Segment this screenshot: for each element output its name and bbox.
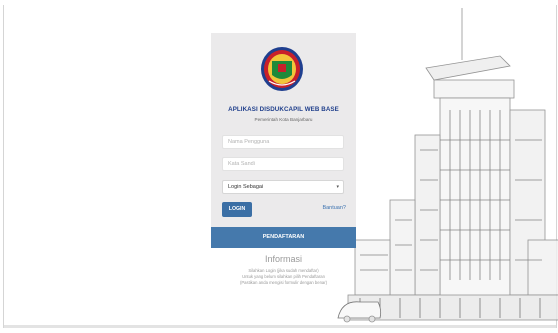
app-subtitle: Pemerintah Kota Banjarbaru (254, 117, 313, 122)
info-title: Informasi (264, 254, 302, 264)
help-link[interactable]: Bantuan? (322, 205, 346, 211)
login-panel: APLIKASI DISDUKCAPIL WEB BASE Pemerintah… (211, 33, 356, 248)
chevron-down-icon: ▾ (336, 184, 339, 190)
register-button[interactable]: PENDAFTARAN (211, 227, 356, 248)
app-title: APLIKASI DISDUKCAPIL WEB BASE (228, 106, 339, 113)
login-button[interactable]: LOGIN (222, 202, 252, 217)
info-line: Untuk yang belum silahkan pilih Pendafta… (242, 274, 325, 279)
password-input[interactable] (222, 157, 344, 171)
login-role-value: Login Sebagai (228, 184, 264, 190)
city-emblem-logo (261, 47, 303, 91)
info-line: (Pastikan anda mengisi formulir dengan b… (239, 280, 328, 285)
login-role-select[interactable]: Login Sebagai ▾ (222, 180, 344, 194)
info-line: Silahkan Login (jika sudah mendaftar) (248, 268, 319, 273)
username-input[interactable] (222, 135, 344, 149)
